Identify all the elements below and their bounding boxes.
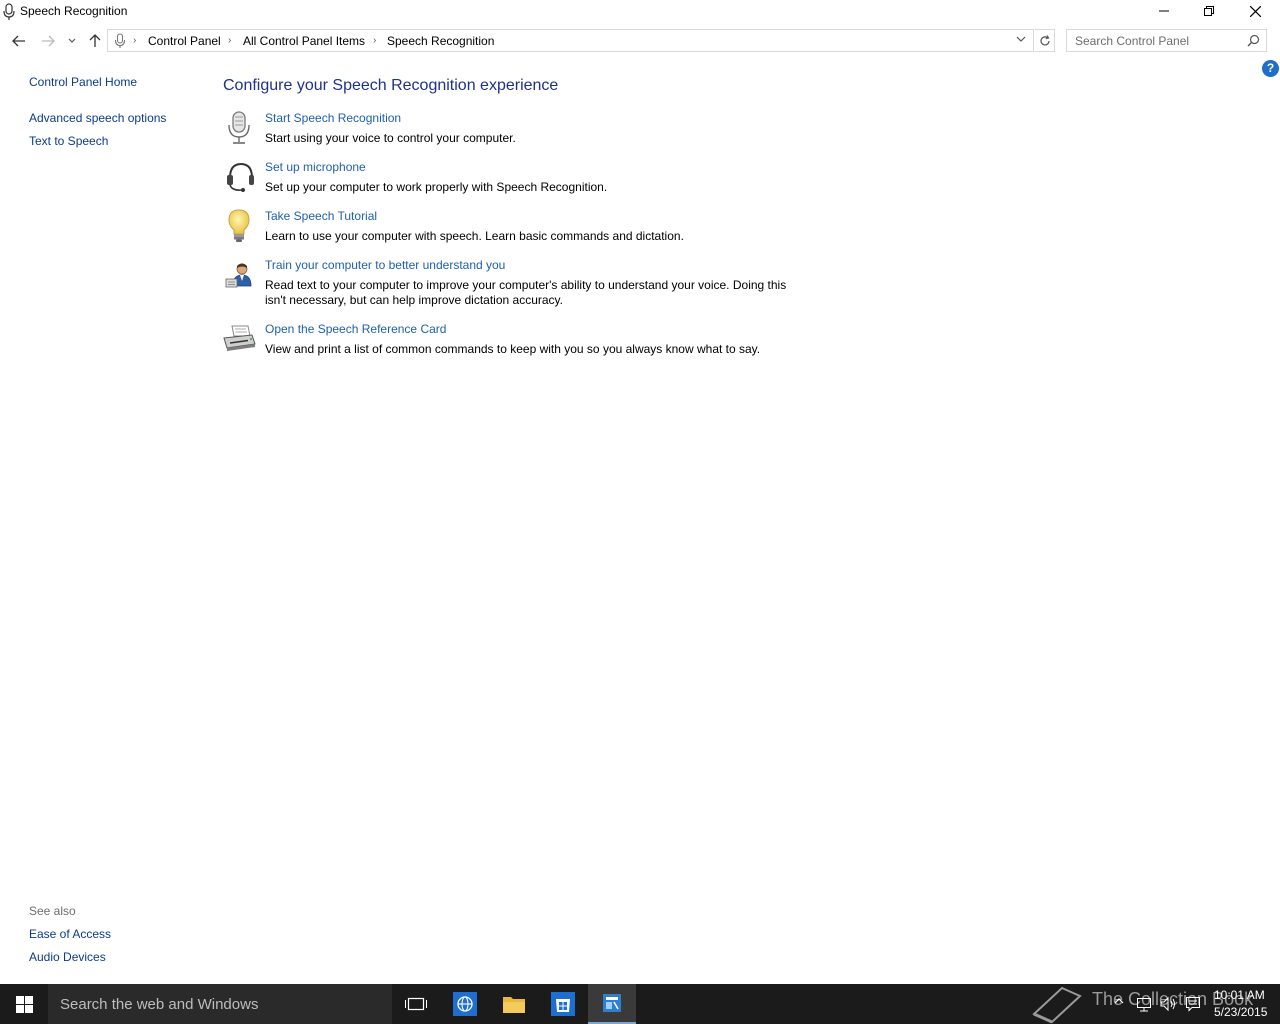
close-button[interactable] <box>1232 0 1278 22</box>
lightbulb-icon <box>228 209 250 242</box>
folder-icon <box>503 997 525 1013</box>
close-icon <box>1249 5 1261 17</box>
advanced-speech-options-link[interactable]: Advanced speech options <box>29 111 166 125</box>
search-icon[interactable] <box>1247 34 1260 47</box>
restore-icon <box>1204 6 1214 16</box>
clock-date[interactable]: 5/23/2015 <box>1214 1005 1267 1019</box>
taskbar-store-button[interactable] <box>539 984 587 1024</box>
task-view-icon <box>405 997 427 1011</box>
train-computer-link[interactable]: Train your computer to better understand… <box>265 258 505 272</box>
ease-of-access-link[interactable]: Ease of Access <box>29 927 111 941</box>
microphone-icon <box>228 111 250 144</box>
book-logo-icon <box>1032 986 1082 1024</box>
action-center-icon[interactable] <box>1185 996 1201 1012</box>
address-bar[interactable]: › Control Panel › All Control Panel Item… <box>107 29 1034 52</box>
task-take-speech-tutorial: Take Speech Tutorial Learn to use your c… <box>220 209 820 249</box>
audio-devices-link[interactable]: Audio Devices <box>29 950 106 964</box>
refresh-icon <box>1039 34 1050 45</box>
task-set-up-microphone: Set up microphone Set up your computer t… <box>220 160 820 200</box>
user-training-icon <box>225 263 252 288</box>
breadcrumb-control-panel[interactable]: Control Panel <box>148 34 221 48</box>
back-button[interactable] <box>9 30 29 52</box>
task-description: Learn to use your computer with speech. … <box>265 229 684 243</box>
set-up-microphone-link[interactable]: Set up microphone <box>265 160 366 174</box>
up-arrow-icon <box>89 34 101 47</box>
address-dropdown-icon[interactable] <box>1016 33 1026 45</box>
minimize-button[interactable] <box>1141 0 1187 22</box>
forward-button[interactable] <box>38 30 58 52</box>
up-button[interactable] <box>85 30 105 52</box>
task-open-reference-card: Open the Speech Reference Card View and … <box>220 322 820 362</box>
breadcrumb-separator[interactable]: › <box>373 35 376 46</box>
breadcrumb-separator[interactable]: › <box>228 35 231 46</box>
start-button[interactable] <box>0 984 48 1024</box>
control-panel-icon <box>603 994 621 1012</box>
microphone-icon <box>114 33 126 48</box>
control-panel-home-link[interactable]: Control Panel Home <box>29 75 137 89</box>
start-speech-recognition-link[interactable]: Start Speech Recognition <box>265 111 401 125</box>
headset-icon <box>227 162 254 192</box>
breadcrumb-speech-recognition[interactable]: Speech Recognition <box>387 34 494 48</box>
breadcrumb-all-items[interactable]: All Control Panel Items <box>243 34 365 48</box>
task-description: Start using your voice to control your c… <box>265 131 516 145</box>
task-start-speech-recognition: Start Speech Recognition Start using you… <box>220 111 820 151</box>
task-description: View and print a list of common commands… <box>265 342 761 356</box>
restore-button[interactable] <box>1186 0 1232 22</box>
taskbar: Search the web and Windows The Collectio… <box>0 984 1280 1024</box>
store-icon <box>551 992 575 1016</box>
forward-arrow-icon <box>42 35 55 47</box>
search-box[interactable]: Search Control Panel <box>1066 29 1267 52</box>
chevron-down-icon <box>68 38 76 43</box>
taskbar-search-placeholder: Search the web and Windows <box>60 996 259 1013</box>
see-also-heading: See also <box>29 904 76 918</box>
minimize-icon <box>1159 10 1169 12</box>
taskbar-control-panel-button[interactable] <box>588 984 636 1024</box>
microphone-icon <box>3 3 15 20</box>
taskbar-file-explorer-button[interactable] <box>490 984 538 1024</box>
task-description: Set up your computer to work properly wi… <box>265 180 608 194</box>
clock-time[interactable]: 10:01 AM <box>1214 988 1265 1002</box>
help-button[interactable]: ? <box>1262 60 1279 77</box>
taskbar-browser-button[interactable] <box>441 984 489 1024</box>
chevron-up-icon[interactable] <box>1114 996 1124 1006</box>
network-icon[interactable] <box>1136 996 1152 1012</box>
page-title: Configure your Speech Recognition experi… <box>223 77 559 94</box>
task-view-button[interactable] <box>392 984 440 1024</box>
back-arrow-icon <box>12 35 25 47</box>
search-placeholder: Search Control Panel <box>1075 34 1190 48</box>
taskbar-search-box[interactable]: Search the web and Windows <box>48 984 392 1024</box>
refresh-button[interactable] <box>1035 29 1055 52</box>
take-speech-tutorial-link[interactable]: Take Speech Tutorial <box>265 209 377 223</box>
task-train-computer: Train your computer to better understand… <box>220 258 820 313</box>
navigation-bar: › Control Panel › All Control Panel Item… <box>0 28 1280 54</box>
control-panel-window: Speech Recognition › Control Panel › All… <box>0 0 1280 984</box>
title-bar: Speech Recognition <box>0 0 1280 24</box>
printer-icon <box>223 325 256 351</box>
window-title: Speech Recognition <box>20 4 128 18</box>
task-description: Read text to your computer to improve yo… <box>265 278 787 307</box>
open-speech-reference-card-link[interactable]: Open the Speech Reference Card <box>265 322 446 336</box>
volume-icon[interactable] <box>1160 996 1178 1012</box>
recent-locations-button[interactable] <box>62 30 82 52</box>
browser-globe-icon <box>453 992 477 1016</box>
breadcrumb-separator[interactable]: › <box>133 35 136 46</box>
text-to-speech-link[interactable]: Text to Speech <box>29 134 108 148</box>
windows-logo-icon <box>15 995 33 1013</box>
